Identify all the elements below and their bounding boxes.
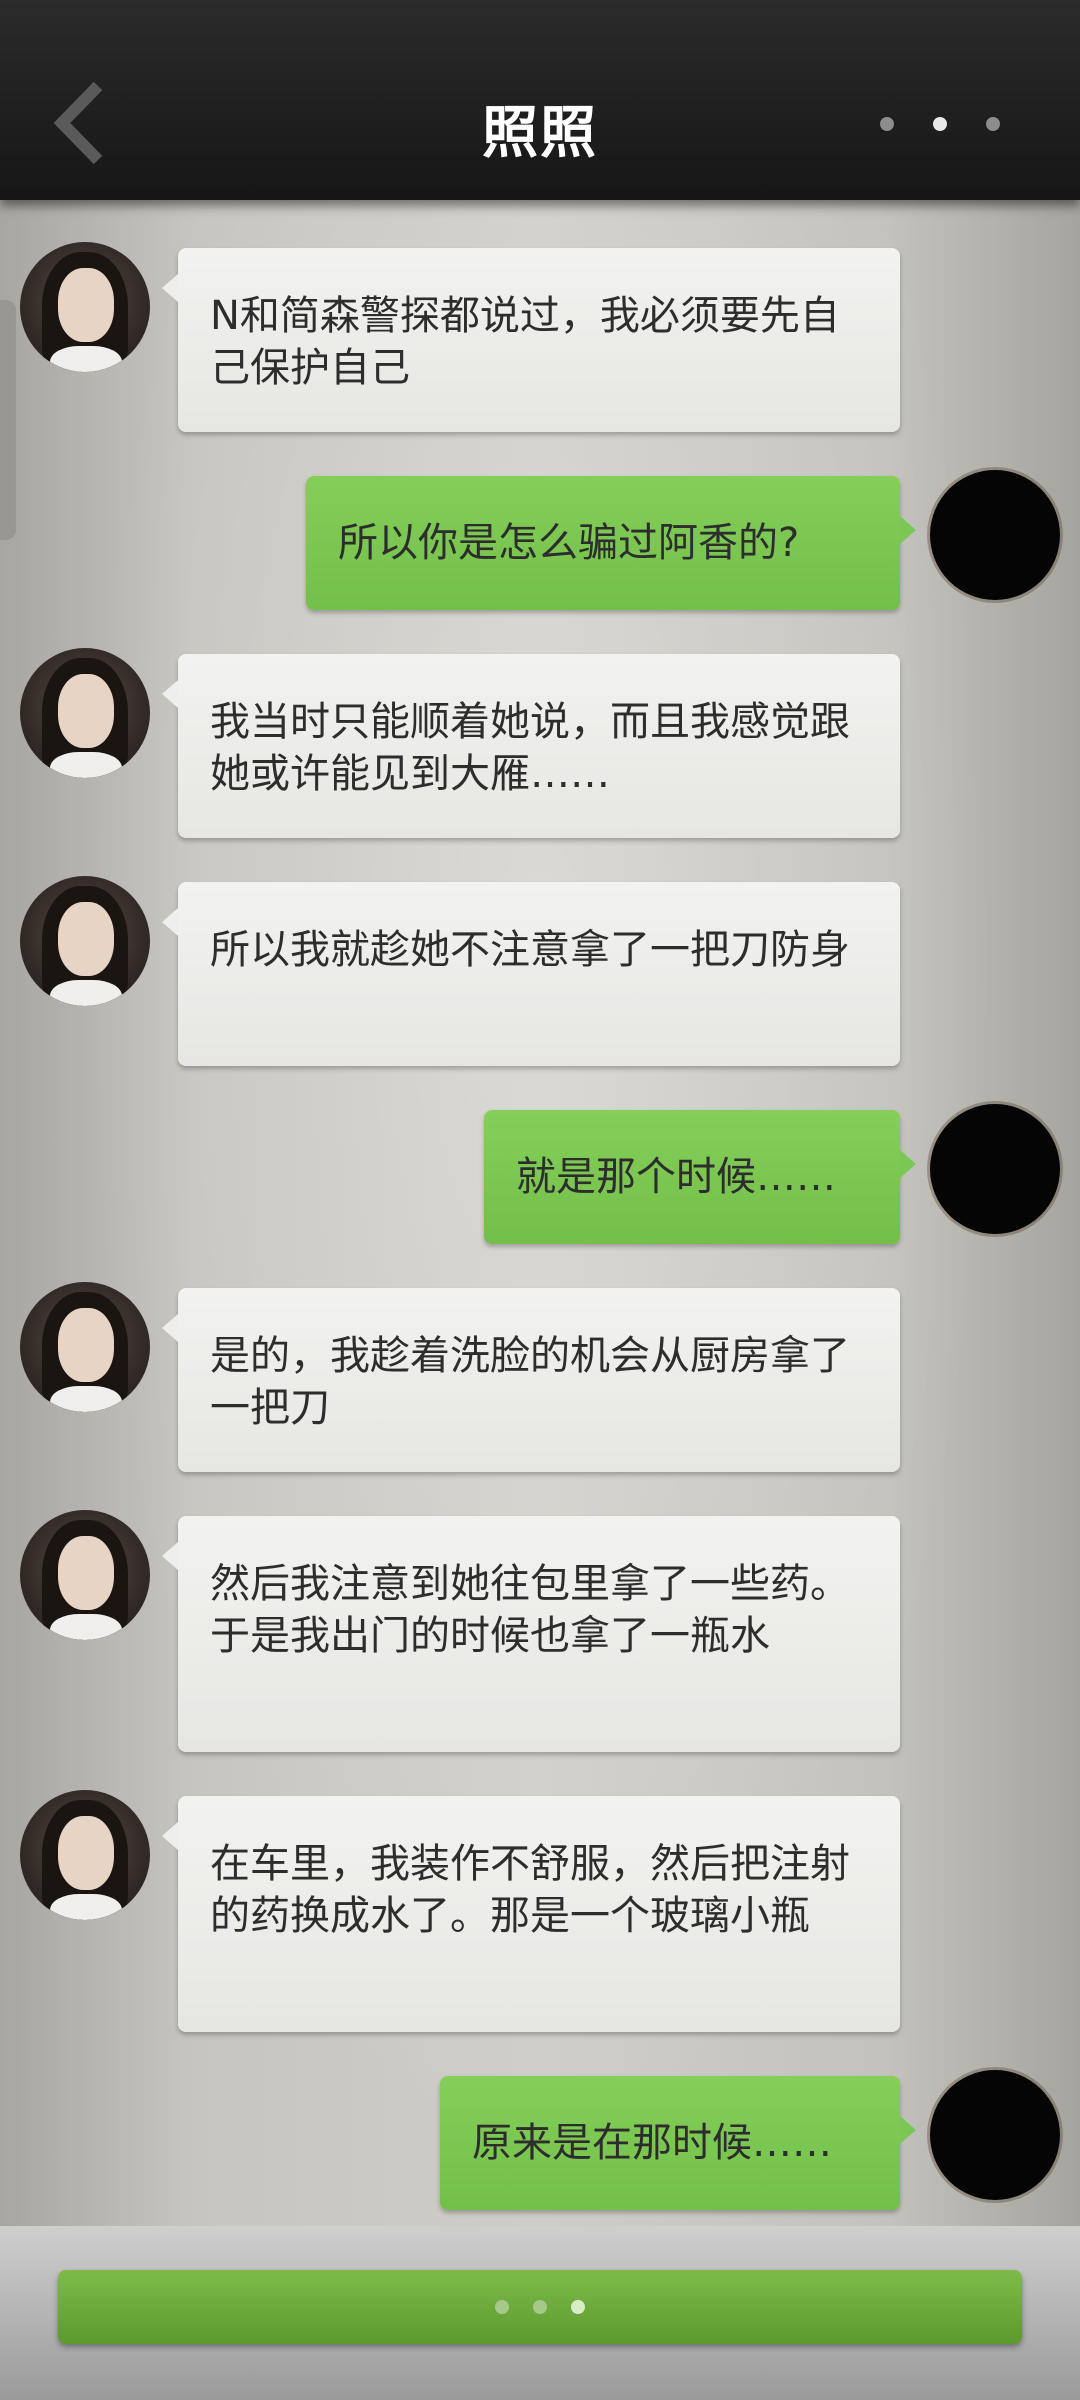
dot (933, 117, 947, 131)
dot (880, 117, 894, 131)
avatar[interactable] (20, 242, 150, 372)
message-text: 原来是在那时候…… (472, 2120, 832, 2166)
chat-bubble: 然后我注意到她往包里拿了一些药。于是我出门的时候也拿了一瓶水 (162, 1516, 900, 1752)
message-text: 就是那个时候…… (516, 1154, 836, 1200)
message-text: 我当时只能顺着她说，而且我感觉跟她或许能见到大雁…… (210, 699, 850, 797)
more-dots-icon[interactable] (880, 112, 1000, 136)
message-text: 在车里，我装作不舒服，然后把注射的药换成水了。那是一个玻璃小瓶 (210, 1841, 850, 1939)
loading-dot (495, 2300, 509, 2314)
chat-bubble: N和简森警探都说过，我必须要先自己保护自己 (162, 248, 900, 432)
loading-dot (571, 2300, 585, 2314)
dot (986, 117, 1000, 131)
chat-bubble: 是的，我趁着洗脸的机会从厨房拿了一把刀 (162, 1288, 900, 1472)
chat-bubble: 就是那个时候…… (484, 1110, 916, 1244)
bottom-bar (0, 2226, 1080, 2400)
side-handle (0, 300, 16, 540)
avatar[interactable] (20, 876, 150, 1006)
avatar[interactable] (930, 470, 1060, 600)
message-text: 所以我就趁她不注意拿了一把刀防身 (210, 927, 850, 973)
top-bar: 照照 (0, 0, 1080, 200)
chat-bubble: 所以你是怎么骗过阿香的? (306, 476, 916, 610)
chat-bubble: 在车里，我装作不舒服，然后把注射的药换成水了。那是一个玻璃小瓶 (162, 1796, 900, 2032)
avatar[interactable] (20, 1790, 150, 1920)
avatar[interactable] (20, 648, 150, 778)
avatar[interactable] (930, 2070, 1060, 2200)
message-text: N和简森警探都说过，我必须要先自己保护自己 (210, 293, 840, 391)
avatar[interactable] (930, 1104, 1060, 1234)
message-text: 是的，我趁着洗脸的机会从厨房拿了一把刀 (210, 1333, 850, 1431)
chat-bubble: 所以我就趁她不注意拿了一把刀防身 (162, 882, 900, 1066)
loading-dot (533, 2300, 547, 2314)
chat-bubble: 我当时只能顺着她说，而且我感觉跟她或许能见到大雁…… (162, 654, 900, 838)
message-text: 所以你是怎么骗过阿香的? (338, 520, 800, 566)
avatar[interactable] (20, 1282, 150, 1412)
message-text: 然后我注意到她往包里拿了一些药。于是我出门的时候也拿了一瓶水 (210, 1561, 850, 1659)
avatar[interactable] (20, 1510, 150, 1640)
chat-bubble: 原来是在那时候…… (440, 2076, 916, 2210)
continue-button[interactable] (58, 2270, 1022, 2344)
